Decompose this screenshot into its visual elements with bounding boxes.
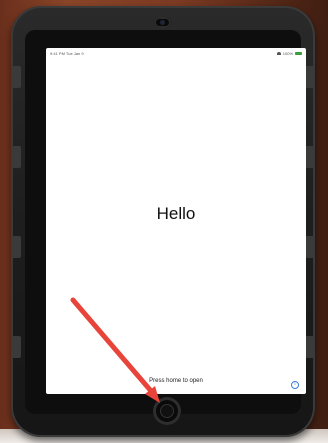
home-button[interactable] [153,397,181,425]
greeting-text: Hello [156,204,196,223]
home-hint-text: Press home to open [149,378,203,384]
case-ridge [305,66,315,88]
case-ridge [305,146,315,168]
case-ridge [11,146,21,168]
battery-fill [296,53,301,54]
front-camera-icon [154,17,171,28]
status-bar: 9:41 PM Tue Jan 9 100% [46,48,306,58]
lock-screen[interactable]: 9:41 PM Tue Jan 9 100% Hello Press home … [46,48,306,394]
battery-icon [295,52,302,55]
wifi-icon [276,52,281,55]
case-ridge [11,336,21,358]
case-ridge [11,236,21,258]
battery-percent: 100% [282,51,293,56]
case-ridge [11,66,21,88]
status-time-date: 9:41 PM Tue Jan 9 [50,51,84,56]
case-ridge [305,236,315,258]
case-ridge [305,336,315,358]
info-icon[interactable]: i [291,381,299,389]
status-right-group: 100% [276,51,302,56]
